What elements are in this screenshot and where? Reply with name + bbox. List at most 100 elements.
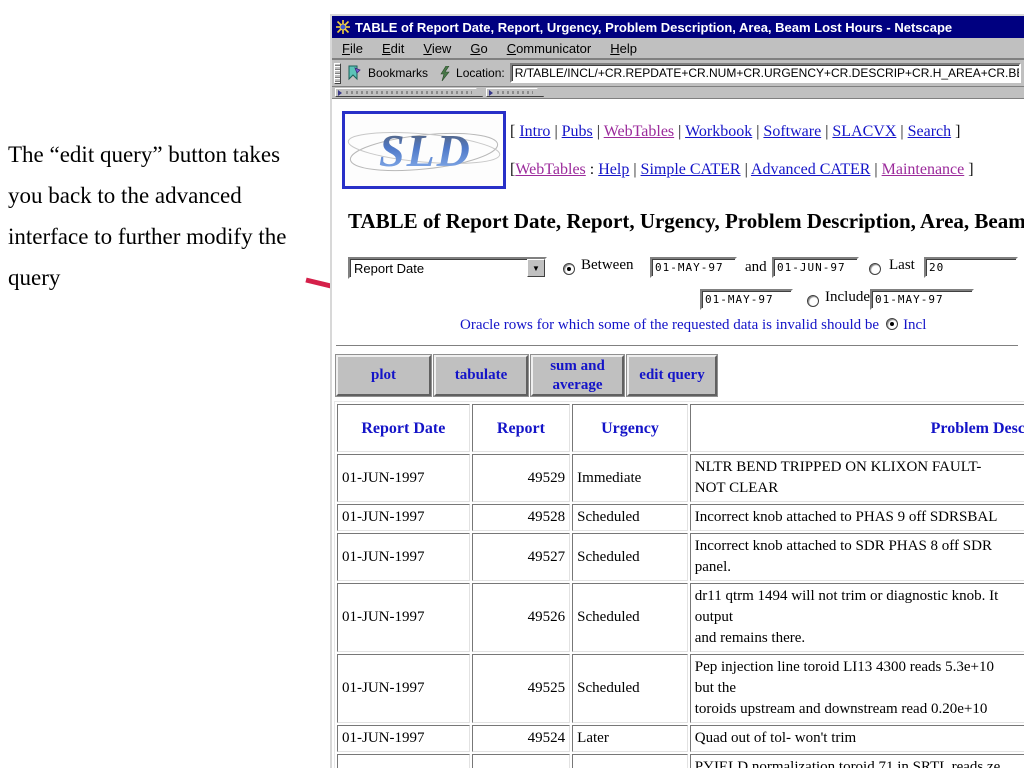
- table-row: 01-JUN-1997 49526 Scheduled dr11 qtrm 14…: [337, 583, 1024, 652]
- action-button-row: plot tabulate sum and average edit query: [336, 355, 717, 396]
- includes-value-input[interactable]: 01-MAY-97: [870, 289, 974, 310]
- includes-from-input[interactable]: 01-MAY-97: [700, 289, 793, 310]
- table-row: 01-JUN-1997 49527 Scheduled Incorrect kn…: [337, 533, 1024, 581]
- site-navigation: [ Intro | Pubs | WebTables | Workbook | …: [510, 113, 974, 189]
- menu-view[interactable]: View: [423, 41, 451, 56]
- cell-description: Quad out of tol- won't trim: [690, 725, 1024, 752]
- menu-edit[interactable]: Edit: [382, 41, 404, 56]
- cell-report-date: 01-JUN-1997: [337, 725, 470, 752]
- nav-link-help[interactable]: Help: [598, 161, 629, 178]
- menu-go[interactable]: Go: [470, 41, 487, 56]
- header-urgency: Urgency: [572, 404, 688, 452]
- cell-description: NLTR BEND TRIPPED ON KLIXON FAULT- NOT C…: [690, 454, 1024, 502]
- combo-dropdown-arrow-icon[interactable]: ▼: [527, 259, 545, 277]
- cell-report: 49526: [472, 583, 571, 652]
- oracle-included-radio[interactable]: [886, 318, 898, 330]
- cell-urgency: Scheduled: [572, 504, 688, 531]
- edit-query-button[interactable]: edit query: [627, 355, 717, 396]
- cell-report-date: 01-JUN-1997: [337, 454, 470, 502]
- last-count-input[interactable]: 20: [924, 257, 1018, 278]
- expand-arrow-icon: [338, 90, 342, 96]
- sum-and-average-button[interactable]: sum and average: [531, 355, 624, 396]
- cell-description: Incorrect knob attached to SDR PHAS 8 of…: [690, 533, 1024, 581]
- cell-description: Pep injection line toroid LI13 4300 read…: [690, 654, 1024, 723]
- between-from-input[interactable]: 01-MAY-97: [650, 257, 737, 278]
- nav-row-primary: [ Intro | Pubs | WebTables | Workbook | …: [510, 113, 974, 151]
- toolbar-grippy[interactable]: [334, 63, 341, 84]
- cell-report: 49525: [472, 654, 571, 723]
- cell-urgency: Later: [572, 725, 688, 752]
- divider: [336, 345, 1018, 347]
- cell-urgency: Scheduled: [572, 533, 688, 581]
- collapsed-navigation-toolbar-tab[interactable]: [335, 88, 483, 97]
- cell-report: 49523: [472, 754, 571, 768]
- cell-urgency: Immediate: [572, 454, 688, 502]
- bookmarks-button[interactable]: Bookmarks: [368, 66, 428, 80]
- header-report: Report: [472, 404, 571, 452]
- annotation-text: The “edit query” button takes you back t…: [8, 134, 308, 298]
- nav-link-slacvx[interactable]: SLACVX: [832, 123, 896, 140]
- nav-link-search[interactable]: Search: [908, 123, 952, 140]
- between-radio[interactable]: [563, 263, 575, 275]
- table-row: 01-JUN-1997 49529 Immediate NLTR BEND TR…: [337, 454, 1024, 502]
- tabulate-button[interactable]: tabulate: [434, 355, 528, 396]
- page-title: TABLE of Report Date, Report, Urgency, P…: [348, 209, 1024, 234]
- bookmarks-icon: [346, 65, 363, 81]
- between-to-input[interactable]: 01-JUN-97: [772, 257, 859, 278]
- cell-report-date: 01-JUN-1997: [337, 504, 470, 531]
- menu-bar: File Edit View Go Communicator Help: [332, 38, 1024, 60]
- cell-urgency: Scheduled: [572, 583, 688, 652]
- collapsed-toolbars: [332, 87, 1024, 99]
- browser-window: TABLE of Report Date, Report, Urgency, P…: [330, 14, 1024, 768]
- collapsed-personal-toolbar-tab[interactable]: [486, 88, 544, 97]
- table-row: 01-JUN-1997 49528 Scheduled Incorrect kn…: [337, 504, 1024, 531]
- cell-report: 49527: [472, 533, 571, 581]
- cell-description: Incorrect knob attached to PHAS 9 off SD…: [690, 504, 1024, 531]
- location-input[interactable]: R/TABLE/INCL/+CR.REPDATE+CR.NUM+CR.URGEN…: [510, 63, 1021, 83]
- menu-help[interactable]: Help: [610, 41, 637, 56]
- nav-link-workbook[interactable]: Workbook: [685, 123, 752, 140]
- nav-link-webtables-section[interactable]: WebTables: [515, 161, 585, 178]
- cell-report-date: 01-JUN-1997: [337, 754, 470, 768]
- nav-link-advanced-cater[interactable]: Advanced CATER: [751, 161, 871, 178]
- tab-texture: [346, 91, 472, 94]
- sld-logo[interactable]: SLD: [342, 111, 506, 189]
- table-row: 01-JUN-1997 49523 ROD PYIELD normalizati…: [337, 754, 1024, 768]
- table-header-row: Report Date Report Urgency Problem Descr…: [337, 404, 1024, 452]
- window-title: TABLE of Report Date, Report, Urgency, P…: [355, 20, 952, 35]
- table-row: 01-JUN-1997 49525 Scheduled Pep injectio…: [337, 654, 1024, 723]
- location-bolt-icon: [439, 66, 451, 81]
- location-label: Location:: [456, 66, 505, 80]
- between-label: Between: [581, 257, 633, 274]
- menu-file[interactable]: File: [342, 41, 363, 56]
- cell-description: PYIELD normalization toroid 71 in SRTL r…: [690, 754, 1024, 768]
- nav-link-simple-cater[interactable]: Simple CATER: [641, 161, 741, 178]
- field-select[interactable]: Report Date ▼: [348, 257, 547, 279]
- cell-report: 49528: [472, 504, 571, 531]
- netscape-app-icon: [336, 20, 350, 34]
- nav-row-webtables: [WebTables : Help | Simple CATER | Advan…: [510, 151, 974, 189]
- last-radio[interactable]: [869, 263, 881, 275]
- nav-link-webtables[interactable]: WebTables: [604, 123, 674, 140]
- nav-link-maintenance[interactable]: Maintenance: [882, 161, 965, 178]
- includes-label: Includes: [825, 289, 876, 306]
- and-label: and: [745, 259, 767, 276]
- expand-arrow-icon: [489, 90, 493, 96]
- cell-urgency: ROD: [572, 754, 688, 768]
- oracle-invalid-note: Oracle rows for which some of the reques…: [460, 317, 926, 334]
- last-label: Last: [889, 257, 915, 274]
- cell-report: 49524: [472, 725, 571, 752]
- results-table: Report Date Report Urgency Problem Descr…: [334, 401, 1024, 768]
- nav-link-intro[interactable]: Intro: [519, 123, 550, 140]
- cell-description: dr11 qtrm 1494 will not trim or diagnost…: [690, 583, 1024, 652]
- window-titlebar: TABLE of Report Date, Report, Urgency, P…: [332, 16, 1024, 38]
- includes-radio[interactable]: [807, 295, 819, 307]
- nav-link-pubs[interactable]: Pubs: [562, 123, 593, 140]
- nav-link-software[interactable]: Software: [763, 123, 821, 140]
- plot-button[interactable]: plot: [336, 355, 431, 396]
- menu-communicator[interactable]: Communicator: [507, 41, 592, 56]
- cell-report-date: 01-JUN-1997: [337, 583, 470, 652]
- oracle-note-text: Oracle rows for which some of the reques…: [460, 317, 879, 333]
- page-content: SLD [ Intro | Pubs | WebTables | Workboo…: [332, 99, 1024, 768]
- sld-logo-text: SLD: [379, 125, 472, 176]
